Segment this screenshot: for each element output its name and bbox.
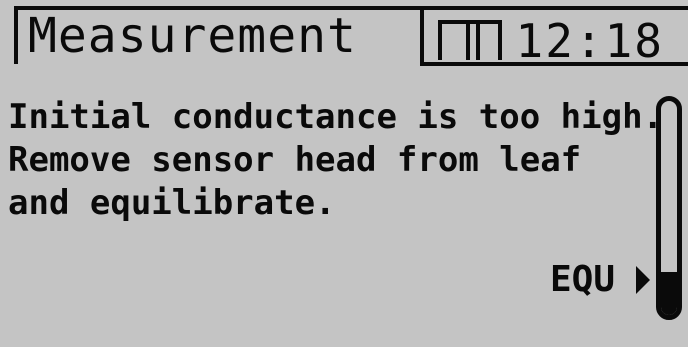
battery-cell-edge <box>476 24 480 60</box>
page-title: Measurement <box>28 8 357 64</box>
equilibration-gauge <box>656 96 682 320</box>
play-triangle-icon <box>636 266 650 294</box>
message-line: Remove sensor head from leaf <box>8 140 582 180</box>
message-line: Initial conductance is too high. <box>8 97 664 137</box>
battery-icon <box>438 20 502 60</box>
gauge-fill <box>661 272 677 315</box>
header-bar: Measurement 12:18 <box>0 0 688 68</box>
message-text: Initial conductance is too high. Remove … <box>8 96 664 225</box>
clock: 12:18 <box>515 14 664 68</box>
status-area: 12:18 <box>420 6 688 68</box>
device-screen: Measurement 12:18 Initial conductance is… <box>0 0 688 347</box>
message-line: and equilibrate. <box>8 183 336 223</box>
equ-label: EQU <box>550 259 616 300</box>
